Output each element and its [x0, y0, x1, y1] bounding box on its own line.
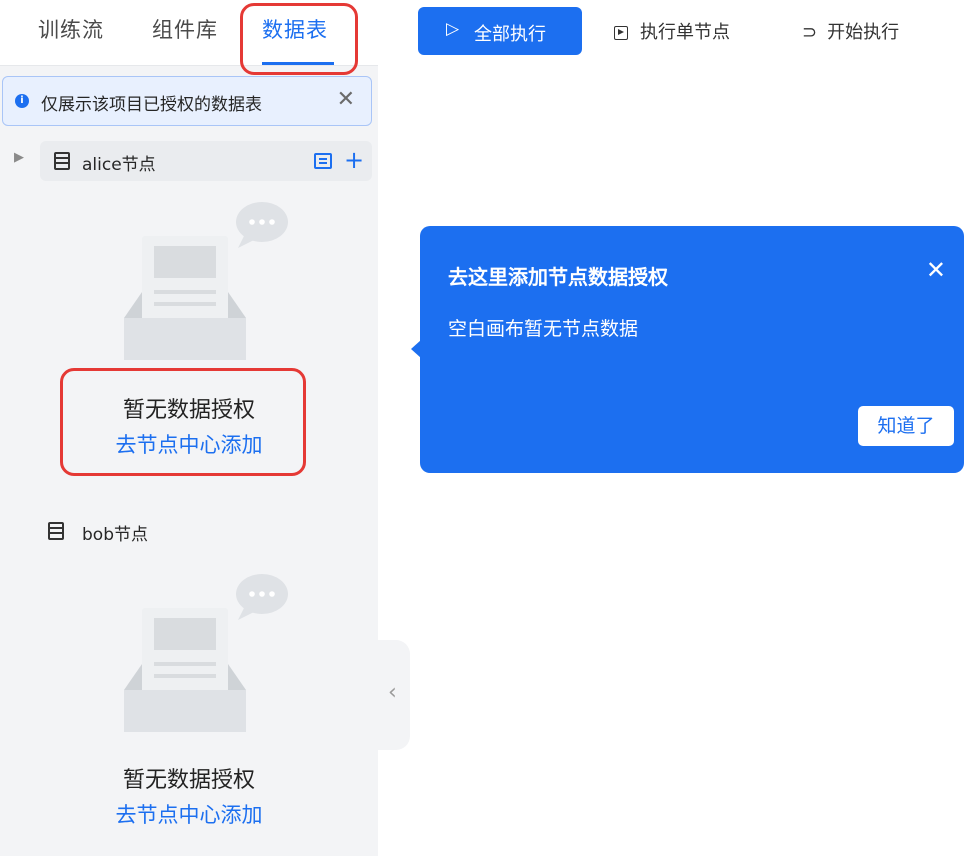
run-all-button[interactable]: ▷ 全部执行 — [418, 7, 582, 55]
guide-popover: 去这里添加节点数据授权 ✕ 空白画布暂无节点数据 知道了 — [420, 226, 964, 473]
play-icon: ▷ — [446, 19, 460, 39]
tab-data-tables[interactable]: 数据表 — [262, 14, 328, 44]
active-tab-indicator — [262, 62, 334, 65]
sidebar-tabs: 训练流 组件库 数据表 — [0, 0, 378, 66]
run-single-node-button[interactable]: 执行单节点 — [614, 18, 730, 44]
popover-description: 空白画布暂无节点数据 — [448, 318, 639, 340]
empty-state-title: 暂无数据授权 — [122, 398, 255, 423]
run-single-label: 执行单节点 — [640, 22, 730, 43]
run-single-icon — [614, 26, 628, 40]
start-execution-button[interactable]: ⊃ 开始执行 — [802, 18, 899, 44]
go-to-node-center-link[interactable]: 去节点中心添加 — [0, 799, 378, 829]
sidebar: 训练流 组件库 数据表 i 仅展示该项目已授权的数据表 ✕ ▶ alice节点 … — [0, 0, 378, 856]
close-icon[interactable]: ✕ — [926, 256, 946, 284]
collapse-sidebar-button[interactable]: ‹ — [378, 640, 410, 750]
table-icon — [54, 152, 70, 170]
run-all-label: 全部执行 — [474, 24, 546, 45]
start-icon: ⊃ — [802, 22, 818, 43]
empty-inbox-illustration — [124, 202, 288, 360]
got-it-button[interactable]: 知道了 — [858, 406, 954, 446]
node-label: alice节点 — [82, 155, 156, 175]
authorization-notice: i 仅展示该项目已授权的数据表 ✕ — [2, 76, 372, 126]
node-row-alice[interactable]: alice节点 + — [40, 141, 372, 181]
expand-caret-icon[interactable]: ▶ — [14, 150, 24, 165]
start-label: 开始执行 — [827, 22, 900, 43]
table-icon — [48, 522, 64, 540]
node-label[interactable]: bob节点 — [82, 520, 148, 545]
data-list-icon[interactable] — [314, 153, 332, 169]
empty-inbox-illustration — [124, 574, 288, 732]
tab-component-library[interactable]: 组件库 — [152, 14, 218, 44]
add-icon[interactable]: + — [344, 148, 364, 172]
notice-text: 仅展示该项目已授权的数据表 — [41, 95, 262, 115]
empty-state-title: 暂无数据授权 — [122, 768, 255, 793]
popover-title: 去这里添加节点数据授权 — [448, 265, 668, 289]
tab-training-flow[interactable]: 训练流 — [38, 14, 104, 44]
chevron-left-icon: ‹ — [388, 680, 397, 705]
info-icon: i — [15, 94, 29, 108]
go-to-node-center-link[interactable]: 去节点中心添加 — [0, 429, 378, 459]
close-icon[interactable]: ✕ — [337, 87, 355, 112]
